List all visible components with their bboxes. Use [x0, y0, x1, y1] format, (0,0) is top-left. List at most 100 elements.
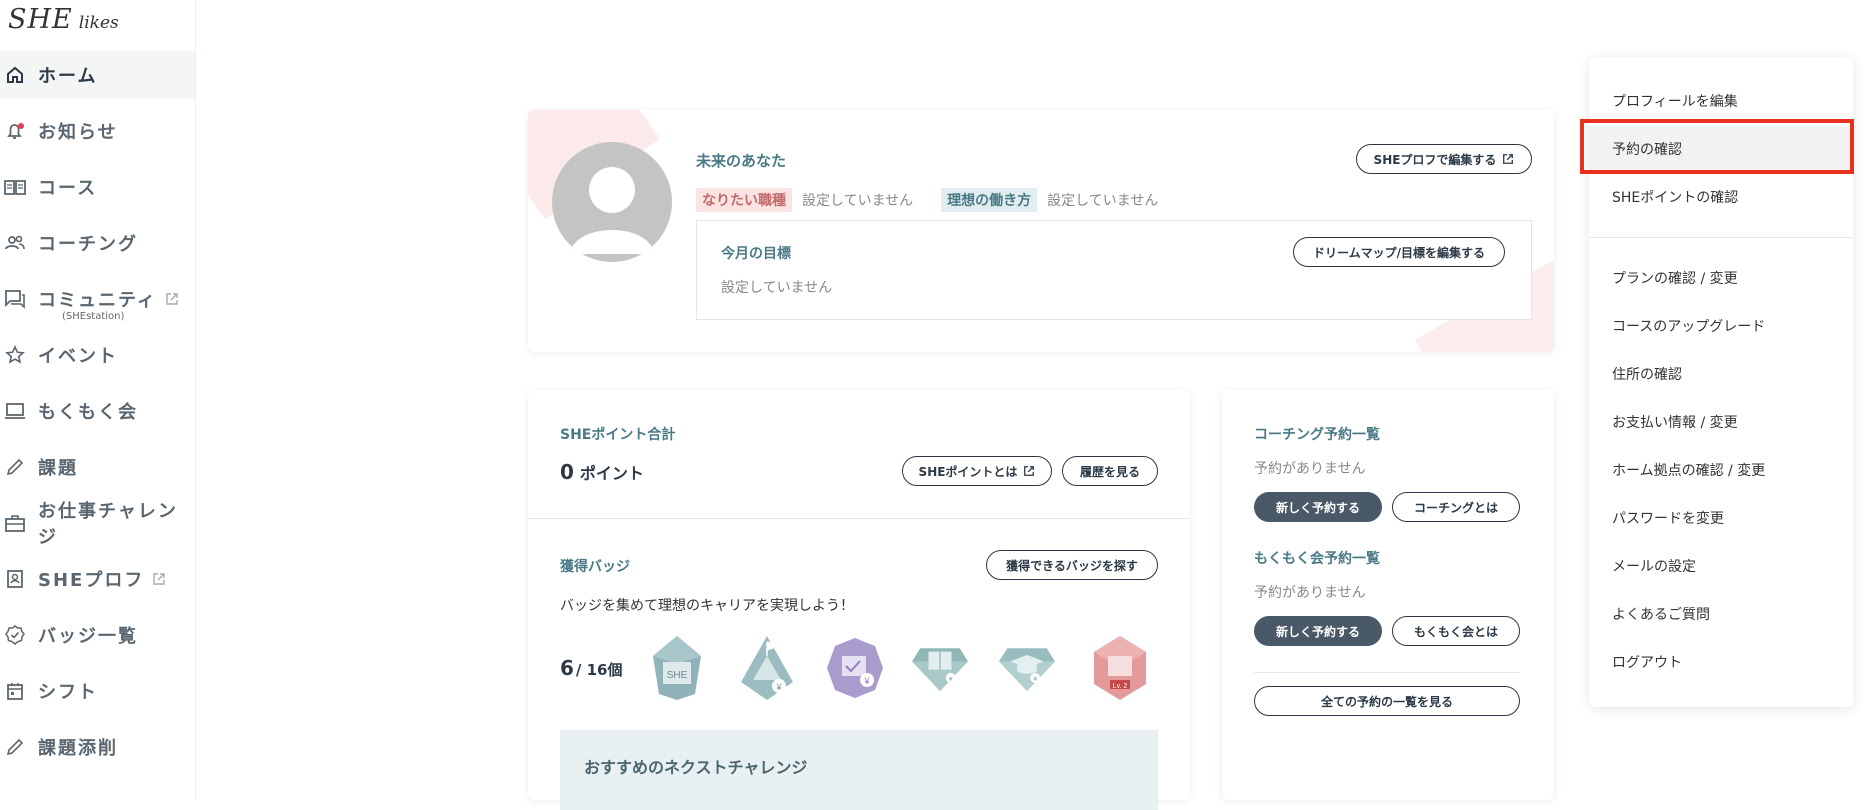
sidebar-item-mokumoku[interactable]: もくもく会 [0, 387, 195, 435]
laptop-icon [4, 400, 26, 422]
sidebar-item-review[interactable]: 課題添削 [0, 723, 195, 771]
sidebar-item-label: もくもく会 [38, 402, 138, 423]
sidebar-item-label: コミュニティ [38, 290, 157, 311]
all-bookings-button[interactable]: 全ての予約の一覧を見る [1254, 686, 1520, 716]
chat-icon [4, 288, 26, 310]
graduation-badge-icon: ¥ [999, 648, 1055, 692]
level-2-badge-icon: Lv. 2 [1094, 636, 1146, 700]
sidebar-item-label: 課題 [38, 458, 78, 479]
menu-item-she-points[interactable]: SHEポイントの確認 [1589, 175, 1853, 219]
monthly-goal-title: 今月の目標 [721, 246, 791, 262]
calendar-badge-icon: ¥ [827, 638, 883, 698]
menu-item-email-settings[interactable]: メールの設定 [1589, 544, 1853, 588]
sidebar-item-shift[interactable]: シフト [0, 667, 195, 715]
sidebar-item-label: お知らせ [38, 122, 118, 143]
badges-count-total: / 16個 [575, 661, 623, 679]
menu-item-password[interactable]: パスワードを変更 [1589, 496, 1853, 540]
sidebar-item-event[interactable]: イベント [0, 331, 195, 379]
badge-icon [4, 624, 26, 646]
menu-item-logout[interactable]: ログアウト [1589, 640, 1853, 684]
booking-card: コーチング予約一覧 予約がありません 新しく予約する コーチングとは もくもく会… [1222, 390, 1554, 800]
next-challenge-title: おすすめのネクストチャレンジ [584, 758, 808, 777]
sidebar-item-label: SHEプロフ [38, 570, 145, 591]
people-icon [4, 232, 26, 254]
sidebar-item-label: コース [38, 178, 98, 199]
sidebar-item-home[interactable]: ホーム [0, 51, 195, 99]
menu-item-label: パスワードを変更 [1612, 511, 1724, 527]
button-label: 履歴を見る [1079, 464, 1140, 479]
menu-item-check-booking[interactable]: 予約の確認 [1589, 127, 1853, 171]
about-she-points-button[interactable]: SHEポイントとは [902, 456, 1052, 486]
menu-item-label: ホーム拠点の確認 / 変更 [1612, 463, 1766, 479]
button-label: 新しく予約する [1275, 500, 1360, 515]
svg-text:SHE: SHE [667, 670, 688, 681]
mokumoku-booking-title: もくもく会予約一覧 [1254, 551, 1380, 567]
profile-card-icon [4, 568, 26, 590]
monthly-goal-box: 今月の目標 ドリームマップ/目標を編集する 設定していません [696, 220, 1532, 320]
sidebar-item-notifications[interactable]: お知らせ [0, 107, 195, 155]
edit-dream-map-button[interactable]: ドリームマップ/目標を編集する [1293, 237, 1505, 267]
find-badges-button[interactable]: 獲得できるバッジを探す [986, 550, 1158, 580]
menu-divider [1589, 237, 1853, 238]
menu-item-course-upgrade[interactable]: コースのアップグレード [1589, 304, 1853, 348]
mokumoku-new-booking-button[interactable]: 新しく予約する [1254, 616, 1382, 646]
sidebar-item-coaching[interactable]: コーチング [0, 219, 195, 267]
points-total: 0 ポイント [560, 460, 644, 484]
about-mokumoku-button[interactable]: もくもく会とは [1392, 616, 1520, 646]
edit-she-profile-button[interactable]: SHEプロフで編集する [1356, 144, 1532, 174]
shelikes-logo[interactable]: SHE likes [8, 2, 119, 38]
sidebar-item-community[interactable]: コミュニティ (SHEstation) [0, 275, 195, 323]
menu-item-label: プロフィールを編集 [1612, 94, 1738, 110]
svg-text:¥: ¥ [863, 676, 870, 686]
coaching-new-booking-button[interactable]: 新しく予約する [1254, 492, 1382, 522]
menu-item-label: 住所の確認 [1612, 367, 1682, 383]
avatar [552, 142, 672, 262]
sidebar-item-job-challenge[interactable]: お仕事チャレンジ [0, 499, 195, 548]
menu-item-label: よくあるご質問 [1612, 607, 1710, 623]
button-label: 新しく予約する [1275, 624, 1360, 639]
external-link-icon [165, 292, 179, 306]
monthly-goal-value: 設定していません [721, 280, 833, 296]
about-coaching-button[interactable]: コーチングとは [1392, 492, 1520, 522]
menu-item-label: SHEポイントの確認 [1612, 190, 1739, 206]
she-badge-icon: SHE [653, 636, 701, 700]
sidebar-item-she-profile[interactable]: SHEプロフ [0, 555, 195, 603]
menu-item-payment[interactable]: お支払い情報 / 変更 [1589, 400, 1853, 444]
external-link-icon [1024, 466, 1035, 476]
divider [1254, 672, 1520, 673]
button-label: 獲得できるバッジを探す [1006, 558, 1138, 573]
sidebar-item-label: ホーム [38, 66, 98, 87]
sidebar-item-label: お仕事チャレンジ [38, 501, 178, 548]
desired-job-tag: なりたい職種 [696, 188, 792, 212]
coaching-booking-empty: 予約がありません [1254, 461, 1366, 477]
menu-item-plan[interactable]: プランの確認 / 変更 [1589, 256, 1853, 300]
menu-item-faq[interactable]: よくあるご質問 [1589, 592, 1853, 636]
button-label: ドリームマップ/目標を編集する [1312, 245, 1486, 260]
svg-text:¥: ¥ [949, 676, 953, 683]
menu-item-address[interactable]: 住所の確認 [1589, 352, 1853, 396]
sidebar-item-badges[interactable]: バッジ一覧 [0, 611, 195, 659]
desired-job-value: 設定していません [802, 193, 914, 209]
coaching-booking-title: コーチング予約一覧 [1254, 427, 1380, 443]
mokumoku-booking-empty: 予約がありません [1254, 585, 1366, 601]
sidebar-item-label: シフト [38, 682, 98, 703]
button-label: SHEポイントとは [918, 464, 1018, 479]
sidebar-item-course[interactable]: コース [0, 163, 195, 211]
sidebar-nav: ホーム お知らせ コース コーチング コミュニティ (SHEstation) イ… [0, 51, 195, 779]
ideal-work-style-value: 設定していません [1047, 193, 1159, 209]
briefcase-icon [4, 512, 26, 534]
sidebar-item-assignment[interactable]: 課題 [0, 443, 195, 491]
pencil-icon [4, 736, 26, 758]
divider [528, 518, 1190, 519]
badges-count-value: 6 [560, 656, 574, 680]
bell-icon [4, 120, 26, 142]
view-history-button[interactable]: 履歴を見る [1062, 456, 1158, 486]
home-icon [4, 64, 26, 86]
ideal-work-style-tag: 理想の働き方 [941, 188, 1038, 212]
svg-text:Lv. 2: Lv. 2 [1113, 683, 1128, 690]
menu-item-edit-profile[interactable]: プロフィールを編集 [1589, 79, 1853, 123]
book-icon [4, 176, 26, 198]
menu-item-label: プランの確認 / 変更 [1612, 271, 1738, 287]
menu-item-home-base[interactable]: ホーム拠点の確認 / 変更 [1589, 448, 1853, 492]
book-badge-icon: ¥ [912, 648, 968, 692]
